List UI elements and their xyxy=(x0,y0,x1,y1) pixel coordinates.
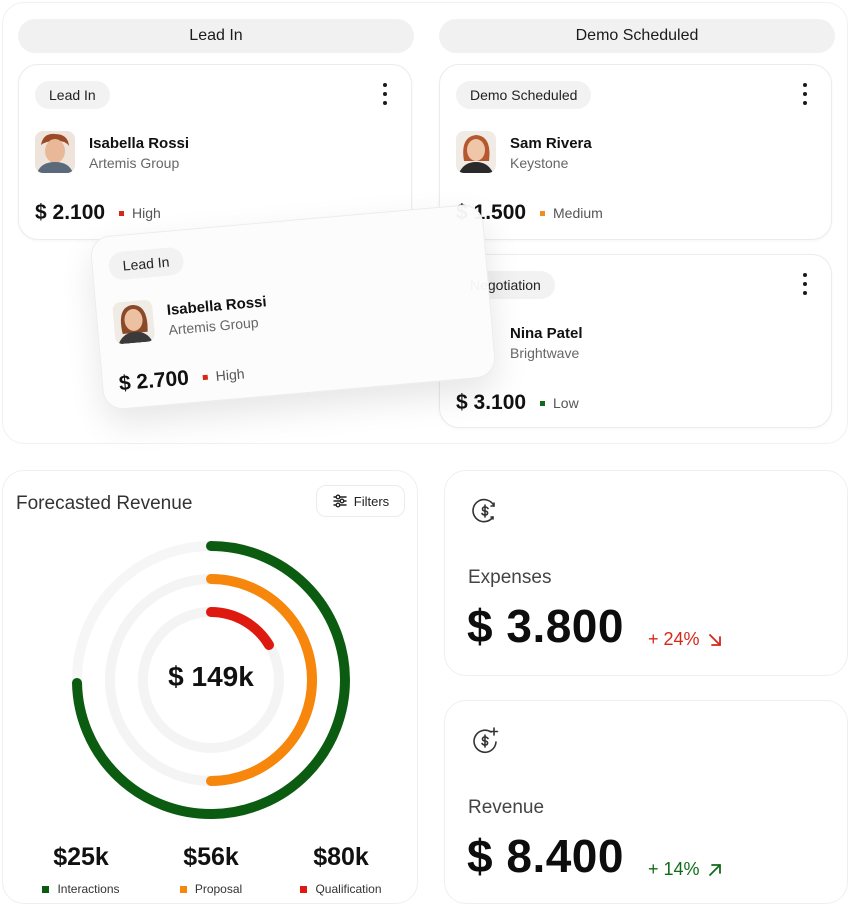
stat-value: $ 3.800 xyxy=(467,600,624,652)
arrow-down-right-icon xyxy=(708,633,721,646)
priority-label: High xyxy=(132,205,161,221)
filters-label: Filters xyxy=(353,493,390,509)
stat-value: $ 8.400 xyxy=(467,830,624,882)
sliders-icon xyxy=(333,494,347,508)
change-value: + 24% xyxy=(648,629,700,649)
avatar xyxy=(35,131,75,173)
company-name: Artemis Group xyxy=(89,155,180,171)
legend-label: Interactions xyxy=(57,882,120,896)
avatar xyxy=(456,131,496,173)
expenses-card: Expenses $ 3.800 + 24% xyxy=(444,470,848,676)
legend-item-qualification: $80k Qualification xyxy=(276,843,406,896)
deal-card[interactable]: Demo Scheduled Sam Rivera Keystone $ 1.5… xyxy=(439,64,832,240)
legend-swatch xyxy=(300,885,308,893)
more-options-icon[interactable] xyxy=(797,83,813,105)
contact-name: Sam Rivera xyxy=(510,135,592,152)
legend-item-proposal: $56k Proposal xyxy=(146,843,276,896)
legend-value: $25k xyxy=(53,843,109,871)
avatar xyxy=(111,299,156,345)
dragging-deal-card[interactable]: Lead In Isabella Rossi Artemis Group $ 2… xyxy=(89,203,497,411)
legend-swatch xyxy=(179,885,187,893)
dollar-cycle-icon xyxy=(472,498,495,523)
forecasted-revenue-widget: Forecasted Revenue Filters $ 149k $25k I… xyxy=(2,470,418,904)
legend-label: Qualification xyxy=(315,882,382,896)
revenue-card: Revenue $ 8.400 + 14% xyxy=(444,700,848,904)
stat-label: Revenue xyxy=(468,797,545,818)
priority-dot xyxy=(202,374,208,380)
priority-indicator: Low xyxy=(540,395,579,411)
priority-label: Low xyxy=(553,395,579,411)
stat-label: Expenses xyxy=(468,567,552,588)
column-header-lead-in[interactable]: Lead In xyxy=(18,19,414,53)
deal-amount: $ 2.700 xyxy=(118,366,190,396)
arrow-up-right-icon xyxy=(708,863,721,876)
priority-indicator: Medium xyxy=(540,205,603,221)
priority-indicator: High xyxy=(202,366,245,386)
more-options-icon[interactable] xyxy=(797,273,813,295)
contact-name: Nina Patel xyxy=(510,325,583,342)
total-forecast: $ 149k xyxy=(168,661,254,692)
deal-amount: $ 3.100 xyxy=(456,391,527,414)
dollar-plus-icon xyxy=(473,727,499,754)
legend-label: Proposal xyxy=(194,882,243,896)
deal-card[interactable]: Negotiation Nina Patel Brightwave $ 3.10… xyxy=(439,254,832,428)
column-header-demo-scheduled[interactable]: Demo Scheduled xyxy=(439,19,835,53)
priority-dot xyxy=(540,400,545,406)
stage-badge: Demo Scheduled xyxy=(456,81,592,109)
contact-name: Isabella Rossi xyxy=(89,135,190,152)
arc-qualification xyxy=(206,607,274,650)
legend-swatch xyxy=(42,885,50,893)
stat-change: + 14% xyxy=(648,859,723,880)
stage-badge: Lead In xyxy=(35,81,110,109)
priority-dot xyxy=(540,210,545,216)
company-name: Brightwave xyxy=(510,345,580,361)
priority-label: Medium xyxy=(553,205,603,221)
company-name: Keystone xyxy=(510,155,569,171)
deal-amount: $ 2.100 xyxy=(35,201,106,224)
priority-indicator: High xyxy=(119,205,161,221)
more-options-icon[interactable] xyxy=(377,83,393,105)
legend-value: $56k xyxy=(183,843,239,871)
stage-badge: Lead In xyxy=(107,246,185,281)
priority-dot xyxy=(119,210,124,216)
priority-label: High xyxy=(215,365,246,384)
change-value: + 14% xyxy=(648,859,700,879)
legend-item-interactions: $25k Interactions xyxy=(16,843,146,896)
legend-value: $80k xyxy=(313,843,369,871)
stat-change: + 24% xyxy=(648,629,723,650)
